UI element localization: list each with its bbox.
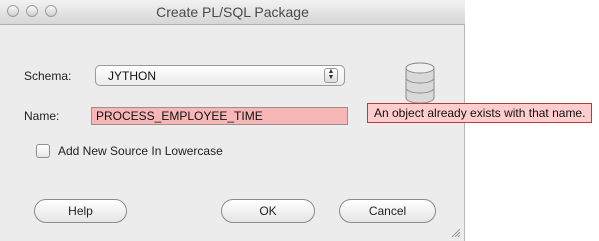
help-button[interactable]: Help [34,199,127,223]
title-bar: Create PL/SQL Package [0,0,465,25]
cancel-button[interactable]: Cancel [339,199,436,223]
up-down-arrows-icon: ▲ ▼ [324,68,338,83]
schema-value: JYTHON [108,69,156,83]
ok-button[interactable]: OK [221,199,315,223]
schema-label: Schema: [24,69,72,83]
schema-select[interactable]: JYTHON ▲ ▼ [95,65,345,86]
database-icon [405,62,435,104]
name-input[interactable]: PROCESS_EMPLOYEE_TIME [91,107,348,125]
error-tooltip: An object already exists with that name. [367,103,593,123]
name-value: PROCESS_EMPLOYEE_TIME [96,109,263,123]
lowercase-checkbox[interactable] [36,144,50,158]
lowercase-label[interactable]: Add New Source In Lowercase [58,144,223,158]
resize-grip-icon[interactable] [450,227,460,237]
window-title: Create PL/SQL Package [156,4,309,20]
name-label: Name: [24,109,60,123]
